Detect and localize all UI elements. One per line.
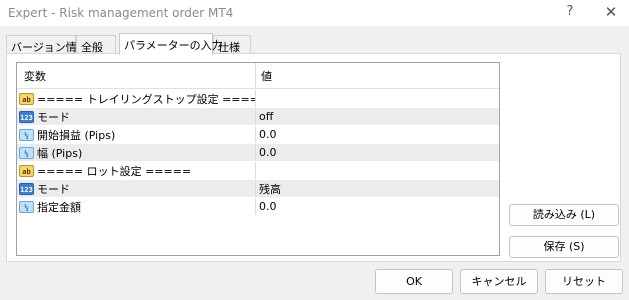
parameter-value[interactable]: 残高 xyxy=(256,180,499,197)
parameter-name-cell: 123 モード xyxy=(17,180,256,197)
parameter-name-cell: ½ 開始損益 (Pips) xyxy=(17,126,256,143)
double-type-icon: ½ xyxy=(19,128,34,141)
table-row[interactable]: ab ===== トレイリングストップ設定 ===== xyxy=(17,90,499,108)
tab-general[interactable]: 全般 xyxy=(76,35,116,54)
table-row[interactable]: 123 モード 残高 xyxy=(17,180,499,198)
load-button[interactable]: 読み込み (L) xyxy=(509,204,619,226)
parameter-name-cell: ab ===== ロット設定 ===== xyxy=(17,162,256,179)
parameter-name-cell: ½ 指定金額 xyxy=(17,198,256,215)
double-type-icon: ½ xyxy=(19,146,34,159)
close-icon[interactable]: ✕ xyxy=(600,2,622,22)
column-header-value[interactable]: 値 xyxy=(256,63,499,88)
table-row[interactable]: ab ===== ロット設定 ===== xyxy=(17,162,499,180)
string-type-icon: ab xyxy=(19,164,34,177)
parameter-name: モード xyxy=(37,182,70,196)
table-header: 変数 値 xyxy=(17,63,499,89)
save-button[interactable]: 保存 (S) xyxy=(509,236,619,258)
reset-button[interactable]: リセット xyxy=(545,269,623,294)
parameter-name: 指定金額 xyxy=(37,200,81,214)
help-icon[interactable]: ? xyxy=(559,2,581,22)
parameters-table: 変数 値 ab ===== トレイリングストップ設定 ===== 123 モード off… xyxy=(16,62,500,256)
parameter-value[interactable]: 0.0 xyxy=(256,198,499,215)
tab-version-info[interactable]: バージョン情報 xyxy=(6,35,88,54)
ok-button[interactable]: OK xyxy=(375,269,453,294)
parameter-name: 開始損益 (Pips) xyxy=(37,128,116,142)
table-row[interactable]: 123 モード off xyxy=(17,108,499,126)
parameter-name: ===== ロット設定 ===== xyxy=(37,164,192,178)
tab-input-parameters[interactable]: パラメーターの入力 xyxy=(119,33,223,55)
column-header-variable[interactable]: 変数 xyxy=(17,63,256,88)
window-title: Expert - Risk management order MT4 xyxy=(8,6,234,20)
parameter-name: モード xyxy=(37,110,70,124)
integer-type-icon: 123 xyxy=(19,182,34,195)
parameter-name-cell: ½幅 (Pips) xyxy=(17,144,256,161)
double-type-icon: ½ xyxy=(19,200,34,213)
parameter-value[interactable]: 0.0 xyxy=(256,126,499,143)
parameter-name: 幅 (Pips) xyxy=(37,146,83,160)
parameter-value[interactable] xyxy=(256,90,499,107)
tab-panel: 変数 値 ab ===== トレイリングストップ設定 ===== 123 モード off… xyxy=(6,53,621,262)
cancel-button[interactable]: キャンセル xyxy=(460,269,538,294)
parameter-value[interactable]: off xyxy=(256,108,499,125)
parameter-name: ===== トレイリングストップ設定 ===== xyxy=(37,92,256,106)
parameter-name-cell: ab ===== トレイリングストップ設定 ===== xyxy=(17,90,256,107)
table-row[interactable]: ½幅 (Pips) 0.0 xyxy=(17,144,499,162)
title-bar: Expert - Risk management order MT4 ? ✕ xyxy=(0,0,629,26)
integer-type-icon: 123 xyxy=(19,110,34,123)
parameter-name-cell: 123 モード xyxy=(17,108,256,125)
parameter-value[interactable] xyxy=(256,162,499,179)
table-row[interactable]: ½ 開始損益 (Pips) 0.0 xyxy=(17,126,499,144)
table-row[interactable]: ½ 指定金額 0.0 xyxy=(17,198,499,216)
parameter-value[interactable]: 0.0 xyxy=(256,144,499,161)
string-type-icon: ab xyxy=(19,92,34,105)
